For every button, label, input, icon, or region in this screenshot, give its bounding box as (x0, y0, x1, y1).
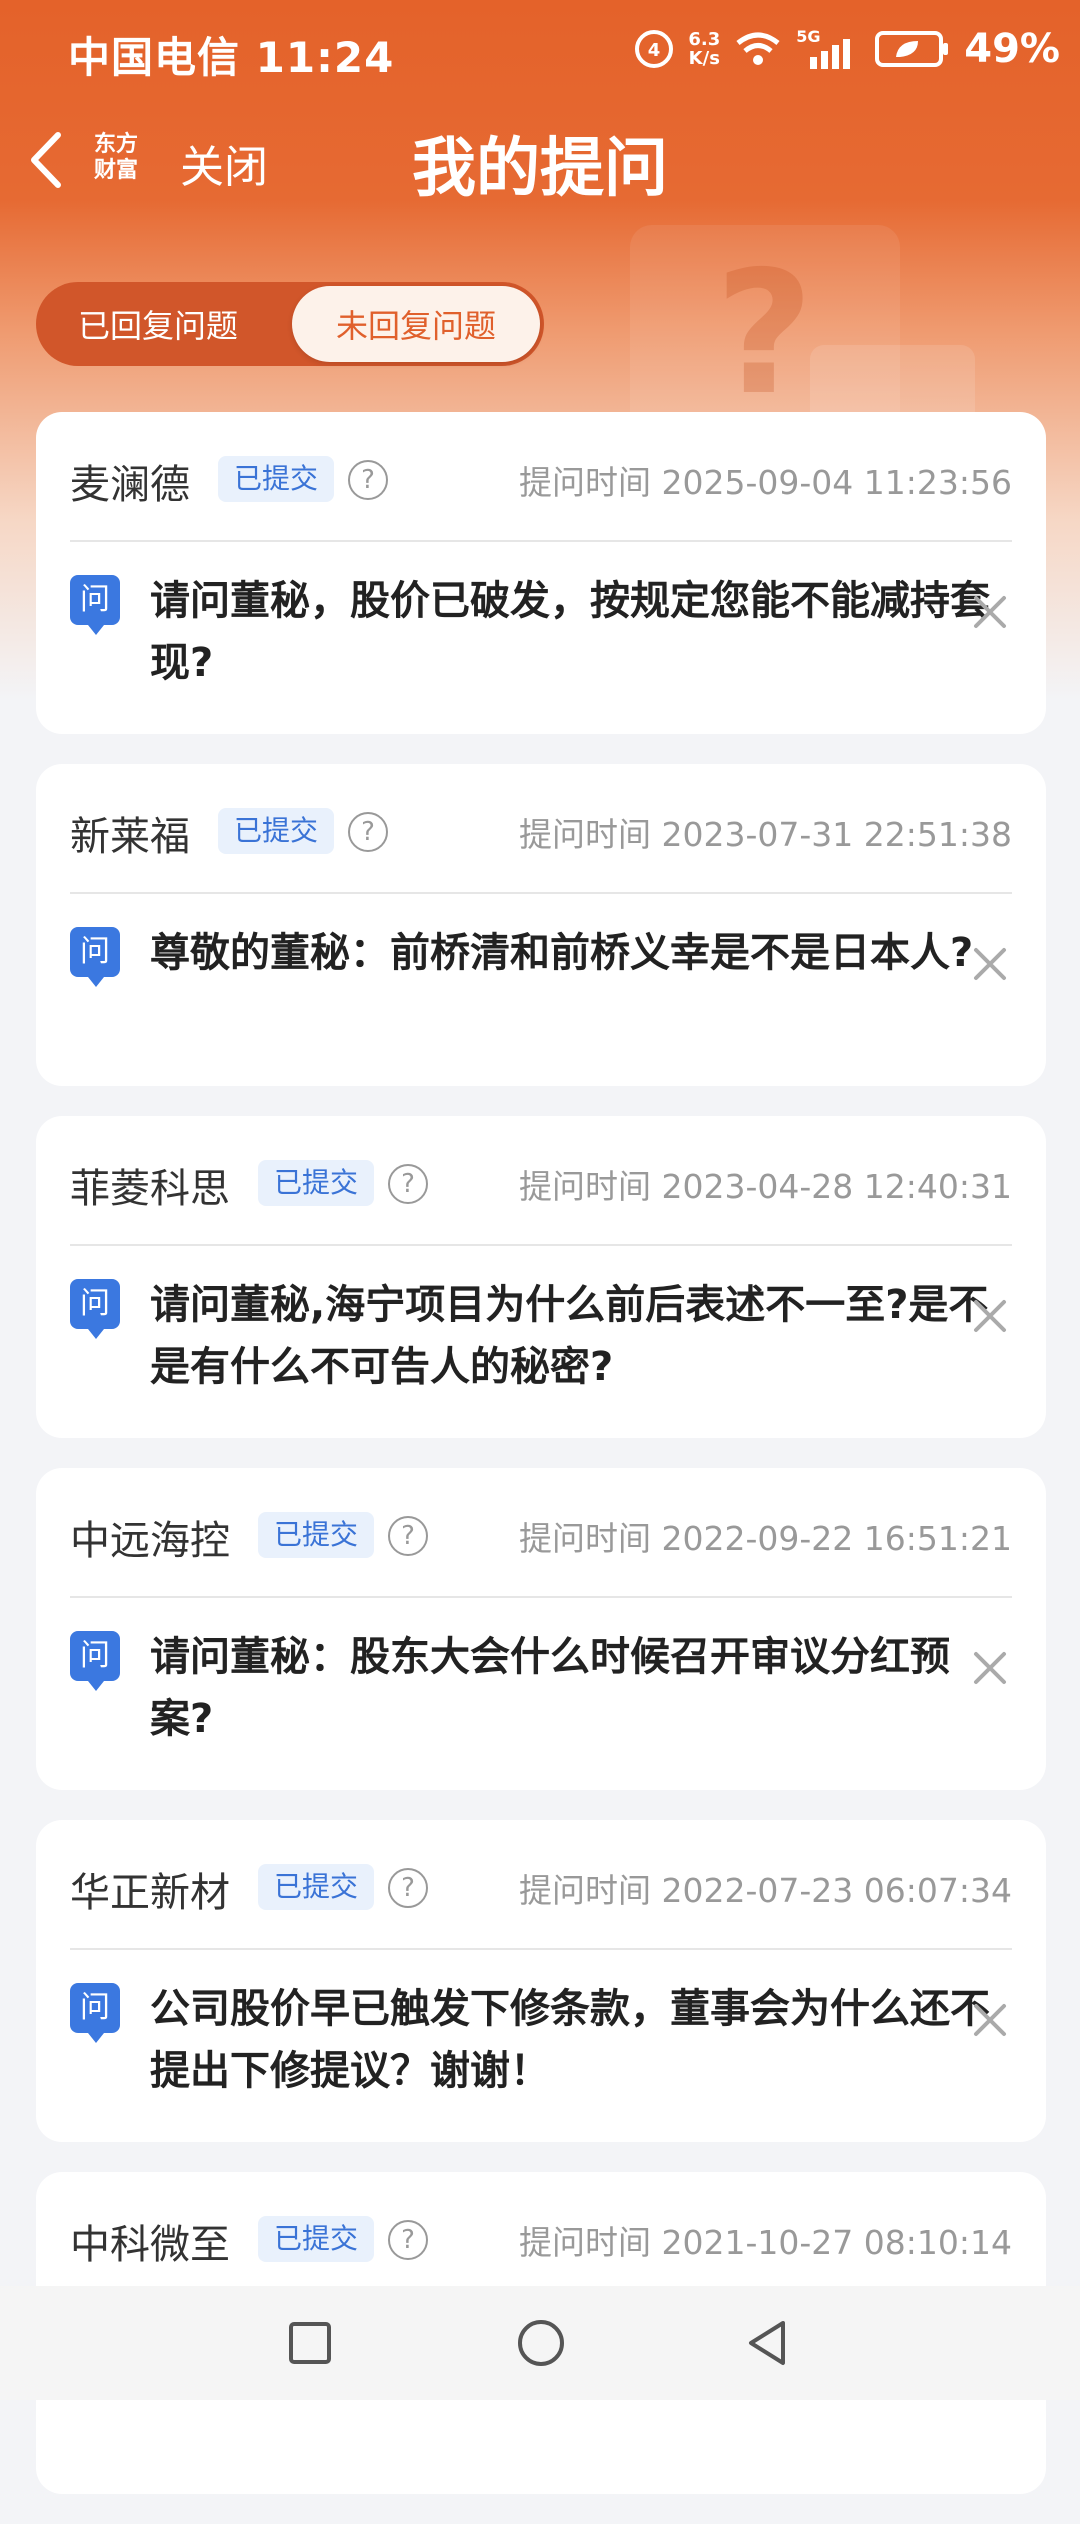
card-header: 新莱福 已提交 ? 提问时间 2023-07-31 22:51:38 (70, 804, 1012, 864)
question-time: 提问时间 2025-09-04 11:23:56 (519, 463, 1012, 502)
question-icon: 问 (70, 927, 120, 987)
battery-percent: 49% (964, 26, 1060, 72)
company-name[interactable]: 中远海控 (70, 1508, 230, 1566)
question-time: 提问时间 2022-09-22 16:51:21 (519, 1519, 1012, 1558)
company-name[interactable]: 华正新材 (70, 1860, 230, 1918)
tab-unanswered[interactable]: 未回复问题 (292, 286, 540, 362)
battery-icon (875, 31, 949, 67)
status-icons: 4 6.3 K/s 5G 49% (634, 26, 1060, 72)
question-icon: 问 (70, 1631, 120, 1691)
question-text[interactable]: 请问董秘，股价已破发，按规定您能不能减持套现? (150, 570, 990, 694)
divider (70, 540, 1012, 542)
question-icon: 问 (70, 1983, 120, 2043)
status-badge: 已提交 (258, 2216, 375, 2262)
divider (70, 1244, 1012, 1246)
hd-icon: 4 (635, 30, 674, 68)
divider (70, 1948, 1012, 1950)
page-title: 我的提问 (412, 132, 668, 206)
net-speed-value: 6.3 (688, 29, 721, 50)
close-icon[interactable] (970, 2000, 1010, 2040)
company-name[interactable]: 菲菱科思 (70, 1156, 230, 1214)
help-icon[interactable]: ? (348, 812, 389, 852)
question-time: 提问时间 2023-04-28 12:40:31 (519, 1167, 1012, 1206)
question-time: 提问时间 2021-10-27 08:10:14 (519, 2223, 1012, 2262)
question-card[interactable]: 中远海控 已提交 ? 提问时间 2022-09-22 16:51:21 问 请问… (36, 1468, 1046, 1790)
card-header: 中远海控 已提交 ? 提问时间 2022-09-22 16:51:21 (70, 1508, 1012, 1568)
carrier-time: 中国电信 11:24 (68, 33, 395, 82)
close-icon[interactable] (970, 1296, 1010, 1336)
question-card[interactable]: 麦澜德 已提交 ? 提问时间 2025-09-04 11:23:56 问 请问董… (36, 412, 1046, 734)
home-button[interactable] (516, 2318, 566, 2368)
help-icon[interactable]: ? (388, 1516, 429, 1556)
close-icon[interactable] (970, 944, 1010, 984)
help-icon[interactable]: ? (388, 1164, 429, 1204)
divider (70, 1596, 1012, 1598)
card-header: 中科微至 已提交 ? 提问时间 2021-10-27 08:10:14 (70, 2212, 1012, 2272)
question-text[interactable]: 尊敬的董秘：前桥清和前桥义幸是不是日本人? (150, 922, 990, 984)
question-icon: 问 (70, 1279, 120, 1339)
status-badge: 已提交 (218, 456, 335, 502)
company-name[interactable]: 麦澜德 (70, 452, 190, 510)
back-nav-button[interactable] (745, 2318, 789, 2368)
tab-switcher: 已回复问题 未回复问题 (36, 282, 544, 366)
tab-answered[interactable]: 已回复问题 (36, 301, 276, 347)
status-badge: 已提交 (258, 1864, 375, 1910)
close-icon[interactable] (970, 1648, 1010, 1688)
question-time: 提问时间 2022-07-23 06:07:34 (519, 1871, 1012, 1910)
status-badge: 已提交 (258, 1512, 375, 1558)
card-header: 麦澜德 已提交 ? 提问时间 2025-09-04 11:23:56 (70, 452, 1012, 512)
status-badge: 已提交 (218, 808, 335, 854)
recent-apps-button[interactable] (287, 2320, 333, 2366)
question-text[interactable]: 请问董秘：股东大会什么时候召开审议分红预案? (150, 1626, 990, 1750)
question-time: 提问时间 2023-07-31 22:51:38 (519, 815, 1012, 854)
system-navigation-bar (0, 2286, 1080, 2400)
title-bar: 东方 财富 关闭 我的提问 (0, 105, 1080, 215)
question-text[interactable]: 公司股价早已触发下修条款，董事会为什么还不提出下修提议？谢谢！ (150, 1978, 990, 2102)
question-card[interactable]: 华正新材 已提交 ? 提问时间 2022-07-23 06:07:34 问 公司… (36, 1820, 1046, 2142)
help-icon[interactable]: ? (348, 460, 389, 500)
help-icon[interactable]: ? (388, 1868, 429, 1908)
status-badge: 已提交 (258, 1160, 375, 1206)
card-header: 华正新材 已提交 ? 提问时间 2022-07-23 06:07:34 (70, 1860, 1012, 1920)
question-list: 麦澜德 已提交 ? 提问时间 2025-09-04 11:23:56 问 请问董… (36, 412, 1046, 2524)
wifi-icon (736, 32, 780, 65)
svg-text:4: 4 (648, 40, 661, 61)
company-name[interactable]: 新莱福 (70, 804, 190, 862)
network-speed: 6.3 K/s (688, 30, 720, 68)
close-icon[interactable] (970, 592, 1010, 632)
company-name[interactable]: 中科微至 (70, 2212, 230, 2270)
help-icon[interactable]: ? (388, 2220, 429, 2260)
divider (70, 892, 1012, 894)
net-speed-unit: K/s (688, 48, 720, 69)
question-card[interactable]: 新莱福 已提交 ? 提问时间 2023-07-31 22:51:38 问 尊敬的… (36, 764, 1046, 1086)
question-text[interactable]: 请问董秘,海宁项目为什么前后表述不一至?是不是有什么不可告人的秘密? (150, 1274, 990, 1398)
card-header: 菲菱科思 已提交 ? 提问时间 2023-04-28 12:40:31 (70, 1156, 1012, 1216)
question-icon: 问 (70, 575, 120, 635)
cell-signal-icon: 5G (796, 27, 860, 69)
status-bar: 中国电信 11:24 4 6.3 K/s 5G 49% (0, 0, 1080, 105)
question-card[interactable]: 菲菱科思 已提交 ? 提问时间 2023-04-28 12:40:31 问 请问… (36, 1116, 1046, 1438)
